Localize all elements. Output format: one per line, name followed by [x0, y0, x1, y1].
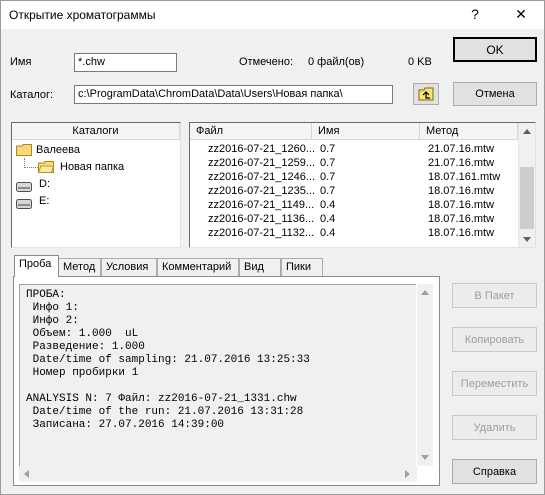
- file-row[interactable]: zz2016-07-21_1149... 0.4 18.07.16.mtw: [190, 199, 520, 212]
- catalog-label: Каталог:: [10, 89, 54, 101]
- method-cell: 18.07.16.mtw: [428, 185, 495, 197]
- tab-panel: ПРОБА: Инфо 1: Инфо 2: Объем: 1.000 uL Р…: [13, 276, 440, 486]
- method-cell: 21.07.16.mtw: [428, 143, 495, 155]
- file-row[interactable]: zz2016-07-21_1132... 0.4 18.07.16.mtw: [190, 227, 520, 240]
- ok-button[interactable]: OK: [453, 37, 537, 62]
- file-row[interactable]: zz2016-07-21_1259... 0.7 21.07.16.mtw: [190, 157, 520, 170]
- cancel-button[interactable]: Отмена: [453, 82, 537, 106]
- copy-button[interactable]: Копировать: [452, 327, 537, 352]
- file-cell: zz2016-07-21_1246...: [208, 171, 316, 183]
- tree-item-valeeva[interactable]: Валеева: [16, 142, 80, 158]
- scroll-up-icon[interactable]: [421, 290, 429, 295]
- file-list-scrollbar[interactable]: [518, 123, 535, 247]
- to-batch-button[interactable]: В Пакет: [452, 283, 537, 308]
- tree-connector: [24, 167, 38, 168]
- method-cell: 21.07.16.mtw: [428, 157, 495, 169]
- column-header-file[interactable]: Файл: [190, 123, 312, 140]
- probe-info-text[interactable]: ПРОБА: Инфо 1: Инфо 2: Объем: 1.000 uL Р…: [19, 284, 416, 466]
- probe-hscrollbar[interactable]: [19, 466, 417, 482]
- column-header-name[interactable]: Имя: [312, 123, 420, 140]
- file-row[interactable]: zz2016-07-21_1260... 0.7 21.07.16.mtw: [190, 143, 520, 156]
- name-input[interactable]: *.chw: [74, 53, 177, 72]
- tab-peaks[interactable]: Пики: [281, 258, 323, 277]
- file-cell: zz2016-07-21_1259...: [208, 157, 316, 169]
- tab-probe[interactable]: Проба: [14, 255, 59, 277]
- method-cell: 18.07.16.mtw: [428, 213, 495, 225]
- probe-line: Записана: 27.07.2016 14:39:00: [26, 419, 225, 431]
- folder-icon: [16, 144, 32, 156]
- name-cell: 0.4: [320, 199, 336, 211]
- probe-line: ПРОБА:: [26, 289, 66, 301]
- scroll-down-icon[interactable]: [421, 455, 429, 460]
- name-cell: 0.4: [320, 227, 336, 239]
- tree-item-label: D:: [39, 178, 50, 190]
- scroll-up-icon[interactable]: [523, 129, 531, 134]
- probe-line: Разведение: 1.000: [26, 341, 145, 353]
- probe-line: Date/time of the run: 21.07.2016 13:31:2…: [26, 406, 304, 418]
- help-title-button[interactable]: ?: [453, 1, 497, 29]
- dialog-window: Открытие хроматограммы ? ✕ Имя *.chw Отм…: [0, 0, 545, 495]
- drive-icon: [16, 182, 32, 192]
- probe-line: ANALYSIS N: 7 Файл: zz2016-07-21_1331.ch…: [26, 393, 297, 405]
- folder-up-icon: [418, 87, 434, 101]
- file-row[interactable]: zz2016-07-21_1136... 0.4 18.07.16.mtw: [190, 213, 520, 226]
- file-cell: zz2016-07-21_1149...: [208, 199, 315, 211]
- method-cell: 18.07.16.mtw: [428, 199, 495, 211]
- probe-line: Инфо 1:: [26, 302, 79, 314]
- file-cell: zz2016-07-21_1132...: [208, 227, 315, 239]
- directory-tree[interactable]: Каталоги Валеева Новая папка D: E:: [11, 122, 181, 248]
- file-list[interactable]: Файл Имя Метод zz2016-07-21_1260... 0.7 …: [189, 122, 536, 248]
- name-cell: 0.7: [320, 185, 336, 197]
- tab-comment[interactable]: Комментарий: [157, 258, 239, 277]
- tab-conditions[interactable]: Условия: [101, 258, 157, 277]
- catalog-input[interactable]: c:\ProgramData\ChromData\Data\Users\Нова…: [74, 85, 393, 104]
- tree-item-label: Валеева: [36, 144, 80, 156]
- file-cell: zz2016-07-21_1235...: [208, 185, 316, 197]
- tree-item-drive-d[interactable]: D:: [16, 176, 50, 192]
- selected-count: 0 файл(ов): [308, 56, 365, 68]
- file-cell: zz2016-07-21_1260...: [208, 143, 316, 155]
- move-button[interactable]: Переместить: [452, 371, 537, 396]
- method-cell: 18.07.16.mtw: [428, 227, 495, 239]
- probe-line: Номер пробирки 1: [26, 367, 139, 379]
- tree-item-label: Новая папка: [60, 161, 125, 173]
- name-cell: 0.7: [320, 157, 336, 169]
- scroll-thumb[interactable]: [520, 167, 534, 229]
- scroll-down-icon[interactable]: [523, 237, 531, 242]
- name-cell: 0.7: [320, 143, 336, 155]
- column-header-method[interactable]: Метод: [420, 123, 518, 140]
- tree-item-label: E:: [39, 195, 50, 207]
- scroll-left-icon[interactable]: [24, 470, 29, 478]
- method-cell: 18.07.161.mtw: [428, 171, 501, 183]
- probe-vscrollbar[interactable]: [417, 284, 433, 466]
- scroll-right-icon[interactable]: [405, 470, 410, 478]
- tree-item-new-folder[interactable]: Новая папка: [38, 159, 124, 175]
- file-row[interactable]: zz2016-07-21_1235... 0.7 18.07.16.mtw: [190, 185, 520, 198]
- selected-label: Отмечено:: [239, 56, 294, 68]
- probe-line: Date/time of sampling: 21.07.2016 13:25:…: [26, 354, 310, 366]
- probe-line: Инфо 2:: [26, 315, 79, 327]
- help-button[interactable]: Справка: [452, 459, 537, 484]
- window-title: Открытие хроматограммы: [9, 8, 156, 22]
- file-row[interactable]: zz2016-07-21_1246... 0.7 18.07.161.mtw: [190, 171, 520, 184]
- tab-method[interactable]: Метод: [58, 258, 101, 277]
- open-folder-icon: [38, 161, 54, 173]
- name-label: Имя: [10, 56, 32, 68]
- folder-up-button[interactable]: [413, 83, 439, 105]
- delete-button[interactable]: Удалить: [452, 415, 537, 440]
- tree-item-drive-e[interactable]: E:: [16, 193, 49, 209]
- name-cell: 0.4: [320, 213, 336, 225]
- close-title-button[interactable]: ✕: [499, 1, 543, 29]
- selected-size: 0 KB: [408, 56, 432, 68]
- drive-icon: [16, 199, 32, 209]
- tab-view[interactable]: Вид: [239, 258, 281, 277]
- file-cell: zz2016-07-21_1136...: [208, 213, 315, 225]
- probe-line: Объем: 1.000 uL: [26, 328, 139, 340]
- tree-header: Каталоги: [12, 123, 180, 140]
- name-cell: 0.7: [320, 171, 336, 183]
- title-bar: Открытие хроматограммы ? ✕: [1, 1, 544, 29]
